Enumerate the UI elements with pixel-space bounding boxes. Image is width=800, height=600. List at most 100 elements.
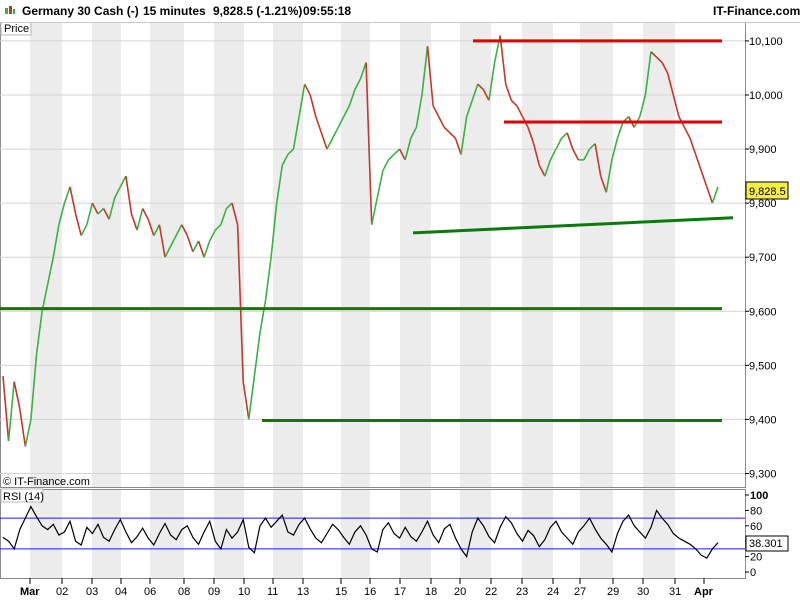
candlestick-icon xyxy=(4,5,16,20)
timeframe[interactable]: 15 minutes xyxy=(143,4,206,18)
price-panel-label: Price xyxy=(4,23,29,35)
price-tick-label: 9,800 xyxy=(749,198,777,210)
price-segment xyxy=(247,376,256,420)
price-segment xyxy=(572,148,580,161)
price-segment xyxy=(516,105,524,117)
day-band xyxy=(341,22,370,487)
rsi-panel-label: RSI (14) xyxy=(3,491,44,503)
price-segment xyxy=(80,224,88,236)
price-segment xyxy=(510,99,518,107)
price-segment xyxy=(326,137,334,150)
price-segment xyxy=(136,208,144,231)
price-segment xyxy=(119,175,127,188)
price-segment xyxy=(706,186,714,204)
rsi-tick-label: 60 xyxy=(750,521,762,533)
price-tick-label: 9,300 xyxy=(749,468,777,480)
price-segment xyxy=(370,197,379,225)
price-tick-label: 9,700 xyxy=(749,252,777,264)
day-band xyxy=(92,22,121,487)
brand-logo[interactable]: IT-Finance.com xyxy=(713,4,800,18)
price-segment xyxy=(449,132,457,139)
x-tick-label: 10 xyxy=(238,586,250,598)
price-segment xyxy=(331,127,339,139)
day-band xyxy=(400,489,431,578)
x-tick-label: Apr xyxy=(694,586,714,598)
price-segment xyxy=(387,153,395,161)
day-band xyxy=(92,489,121,578)
price-segment xyxy=(130,213,138,231)
x-tick-label: 11 xyxy=(267,586,278,598)
day-band xyxy=(460,489,491,578)
price-segment xyxy=(376,170,384,198)
price-segment xyxy=(555,137,563,150)
day-band xyxy=(522,22,553,487)
day-band xyxy=(400,22,431,487)
current-price-marker: 9,828.5 xyxy=(749,186,786,198)
copyright-text: © IT-Finance.com xyxy=(3,476,90,488)
price-segment xyxy=(320,132,328,150)
price-segment xyxy=(242,381,250,420)
price-segment xyxy=(253,332,261,377)
x-tick-label: 24 xyxy=(547,586,559,598)
instrument-name: Germany 30 Cash (-) xyxy=(22,4,139,18)
x-tick-label: 23 xyxy=(516,586,528,598)
day-band xyxy=(273,489,303,578)
weekend-shading xyxy=(30,22,675,578)
price-tick-label: 9,600 xyxy=(749,306,777,318)
x-tick-label: 31 xyxy=(669,586,681,598)
price-tick-label: 10,100 xyxy=(749,36,783,48)
last-change: 9,828.5 (-1.21%) xyxy=(213,4,303,18)
rsi-tick-label: 0 xyxy=(750,567,756,579)
price-segment xyxy=(437,116,445,128)
price-segment xyxy=(141,208,149,220)
day-band xyxy=(150,489,184,578)
price-segment xyxy=(504,83,513,101)
price-segment xyxy=(616,121,624,139)
price-segment xyxy=(303,83,311,96)
rsi-tick-label: 80 xyxy=(750,505,762,517)
x-tick-label: 17 xyxy=(394,586,406,598)
price-segment xyxy=(69,186,77,215)
price-segment xyxy=(432,105,440,117)
price-segment xyxy=(309,94,317,117)
price-segment xyxy=(86,202,94,225)
x-tick-label: 03 xyxy=(86,586,98,598)
x-tick-label: 02 xyxy=(56,586,68,598)
day-band xyxy=(580,22,613,487)
price-segment xyxy=(700,170,708,188)
price-segment xyxy=(689,137,697,155)
x-tick-label: 06 xyxy=(144,586,156,598)
price-segment xyxy=(499,35,507,85)
price-segment xyxy=(203,240,211,258)
price-segment xyxy=(382,159,390,172)
price-segment xyxy=(2,376,10,442)
price-segment xyxy=(197,240,205,258)
x-tick-label: 27 xyxy=(574,586,586,598)
price-segment xyxy=(7,381,15,442)
price-tick-label: 10,000 xyxy=(749,90,783,102)
price-segment xyxy=(694,154,702,171)
rsi-tick-label: 100 xyxy=(750,490,768,502)
chart-header: Germany 30 Cash (-) 15 minutes 9,828.5 (… xyxy=(0,0,800,23)
day-band xyxy=(580,489,613,578)
x-tick-label: 22 xyxy=(485,586,497,598)
rsi-tick-label: 20 xyxy=(750,552,762,564)
price-segment xyxy=(315,116,323,134)
price-segment xyxy=(13,381,21,409)
day-band xyxy=(214,22,244,487)
chart-canvas: 9,300 9,400 9,500 9,600 9,700 9,800 9,900 10,00… xyxy=(0,21,789,598)
price-segment xyxy=(186,235,194,253)
price-tick-label: 9,900 xyxy=(749,144,777,156)
timestamp: 09:55:18 xyxy=(303,4,352,18)
x-tick-label: 20 xyxy=(454,586,466,598)
x-tick-label: 09 xyxy=(208,586,220,598)
x-tick-label: 08 xyxy=(178,586,190,598)
x-tick-label: Mar xyxy=(20,586,40,598)
price-segment xyxy=(566,132,574,150)
x-tick-label: 18 xyxy=(425,586,437,598)
day-band xyxy=(273,22,303,487)
price-segment xyxy=(561,132,568,139)
x-tick-label: 30 xyxy=(637,586,649,598)
price-tick-label: 9,500 xyxy=(749,360,777,372)
price-segment xyxy=(264,257,272,301)
